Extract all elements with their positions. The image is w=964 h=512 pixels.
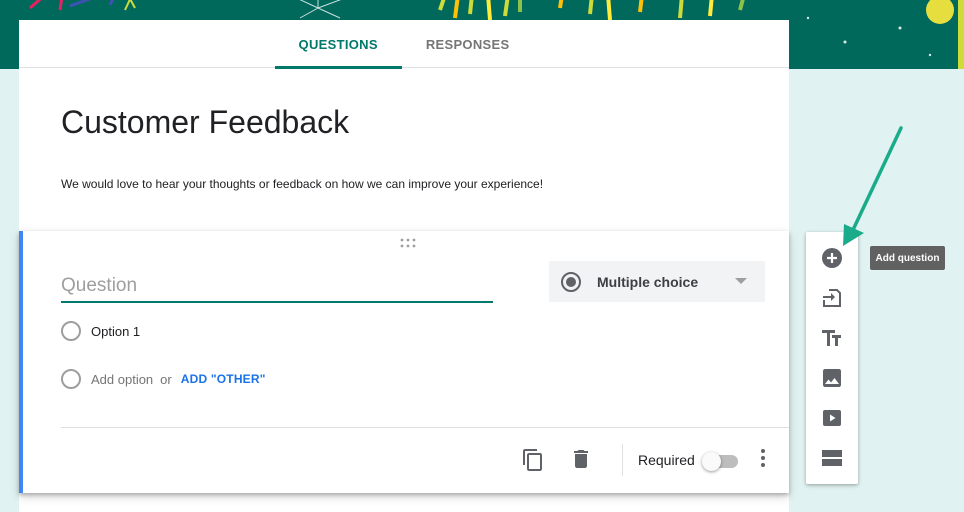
option-radio-icon bbox=[61, 321, 81, 341]
import-questions-icon[interactable] bbox=[820, 286, 844, 310]
question-card[interactable]: Multiple choice Option 1 Add option or A… bbox=[19, 231, 789, 493]
delete-icon[interactable] bbox=[569, 447, 593, 471]
option-label[interactable]: Option 1 bbox=[91, 324, 140, 339]
annotation-arrow-icon bbox=[843, 126, 903, 246]
drag-handle-icon[interactable] bbox=[400, 238, 416, 248]
duplicate-icon[interactable] bbox=[521, 448, 545, 472]
form-title[interactable]: Customer Feedback bbox=[61, 104, 349, 141]
required-label: Required bbox=[638, 452, 695, 468]
title-description-icon[interactable] bbox=[820, 326, 844, 350]
dropdown-arrow-icon bbox=[735, 278, 747, 284]
form-description[interactable]: We would love to hear your thoughts or f… bbox=[61, 177, 543, 191]
add-question-tooltip: Add question bbox=[870, 246, 945, 270]
add-option-radio-icon bbox=[61, 369, 81, 389]
question-toolbar bbox=[806, 232, 858, 484]
add-other-link[interactable]: ADD "OTHER" bbox=[181, 372, 266, 386]
form-tabs: QUESTIONS RESPONSES bbox=[19, 20, 789, 69]
image-icon[interactable] bbox=[820, 366, 844, 390]
tab-responses[interactable]: RESPONSES bbox=[402, 20, 534, 68]
video-icon[interactable] bbox=[820, 406, 844, 430]
question-title-input[interactable] bbox=[61, 273, 493, 303]
question-type-label: Multiple choice bbox=[597, 273, 699, 290]
add-question-icon[interactable] bbox=[820, 246, 844, 270]
footer-divider bbox=[61, 427, 789, 428]
radio-icon bbox=[561, 271, 581, 292]
tab-questions[interactable]: QUESTIONS bbox=[274, 20, 403, 69]
or-text: or bbox=[160, 371, 172, 387]
option-row: Option 1 bbox=[61, 320, 140, 342]
question-type-dropdown[interactable]: Multiple choice bbox=[549, 261, 765, 302]
more-options-icon[interactable] bbox=[751, 446, 775, 470]
required-toggle[interactable] bbox=[702, 452, 740, 471]
add-option-row: Add option or ADD "OTHER" bbox=[61, 368, 266, 390]
section-icon[interactable] bbox=[820, 446, 844, 470]
footer-separator bbox=[622, 444, 623, 476]
add-option-link[interactable]: Add option bbox=[91, 372, 153, 387]
